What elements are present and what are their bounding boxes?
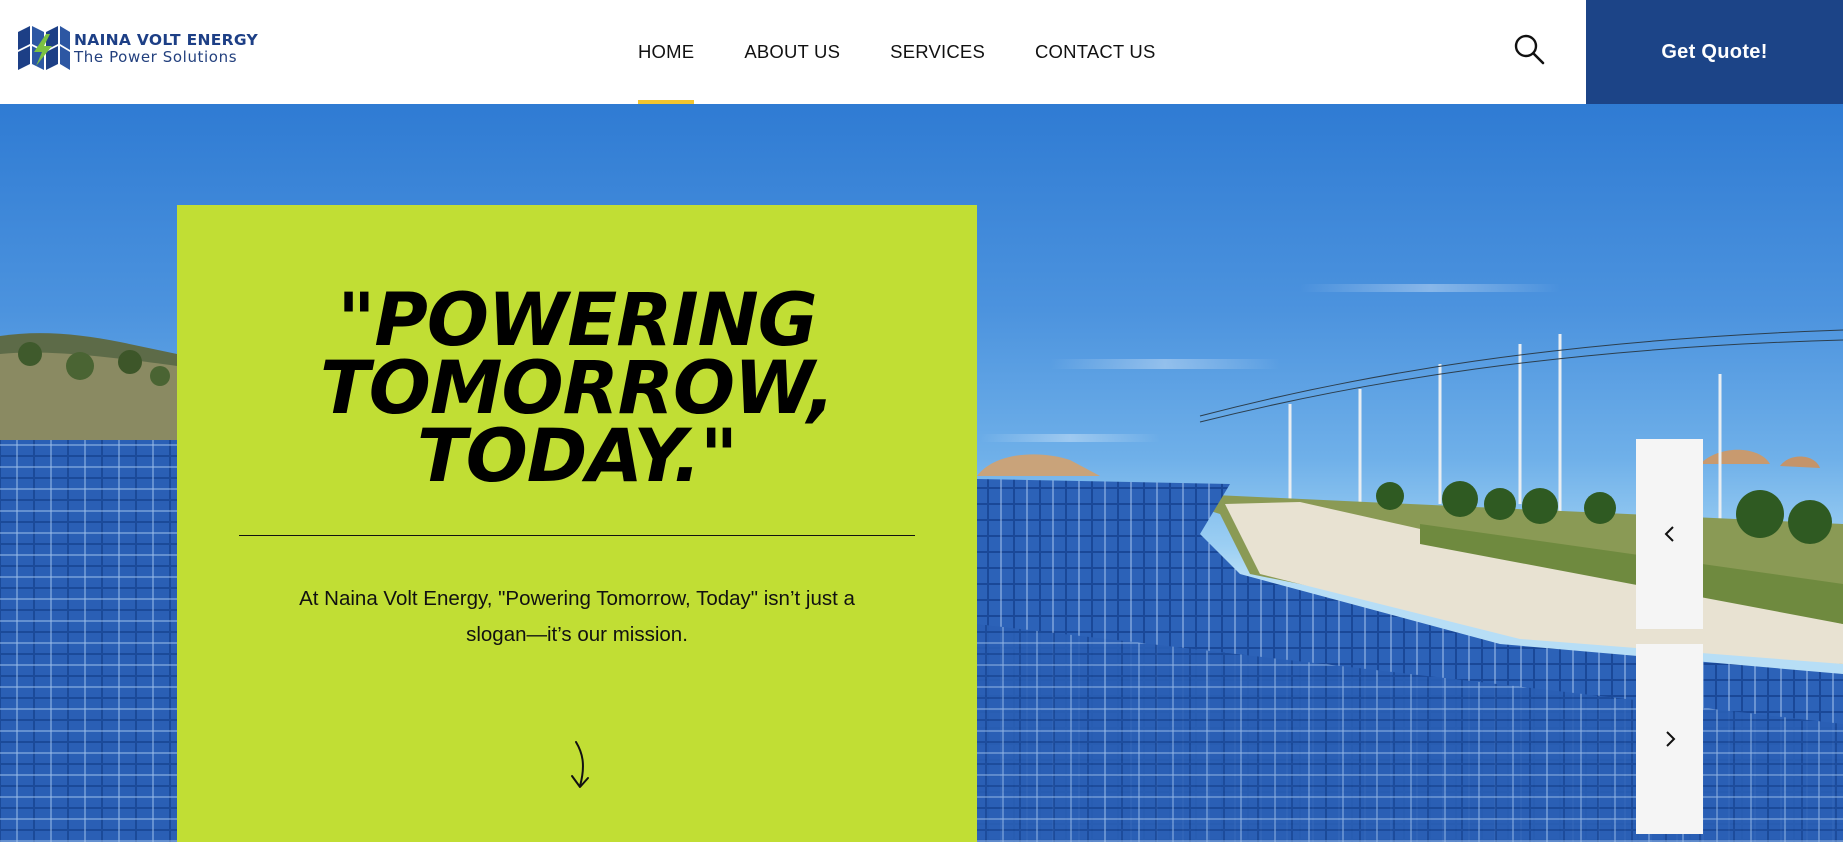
brand-tagline: The Power Solutions [74, 47, 238, 66]
nav-item-contact-us[interactable]: CONTACT US [1035, 0, 1156, 104]
brand-name-accent: VOLT ENERGY [136, 31, 259, 50]
brand-name-main: NAINA [74, 31, 137, 50]
search-button[interactable] [1512, 32, 1548, 68]
main-nav: HOME ABOUT US SERVICES CONTACT US [638, 0, 1206, 104]
hero-title: "POWERING TOMORROW, TODAY." [320, 278, 835, 499]
brand-logo[interactable]: NAINA VOLT ENERGY The Power Solutions [16, 22, 276, 76]
arrow-down-icon[interactable] [566, 738, 596, 794]
slider-prev-button[interactable] [1636, 439, 1703, 629]
nav-item-home[interactable]: HOME [638, 0, 695, 104]
nav-item-services[interactable]: SERVICES [890, 0, 985, 104]
search-icon [1514, 34, 1545, 65]
hero-description: At Naina Volt Energy, "Powering Tomorrow… [299, 587, 855, 646]
hero-divider [239, 535, 915, 536]
get-quote-button[interactable]: Get Quote! [1586, 0, 1843, 104]
nav-item-about-us[interactable]: ABOUT US [744, 0, 840, 104]
chevron-left-icon [1664, 526, 1674, 542]
chevron-right-icon [1665, 731, 1675, 747]
solar-panel-bolt-logo-icon [18, 26, 70, 70]
brand-name: NAINA VOLT ENERGY [74, 33, 258, 49]
site-header: NAINA VOLT ENERGY The Power Solutions HO… [0, 0, 1843, 104]
hero-banner: "POWERING TOMORROW, TODAY." At Naina Vol… [0, 104, 1843, 842]
slider-next-button[interactable] [1636, 644, 1703, 834]
